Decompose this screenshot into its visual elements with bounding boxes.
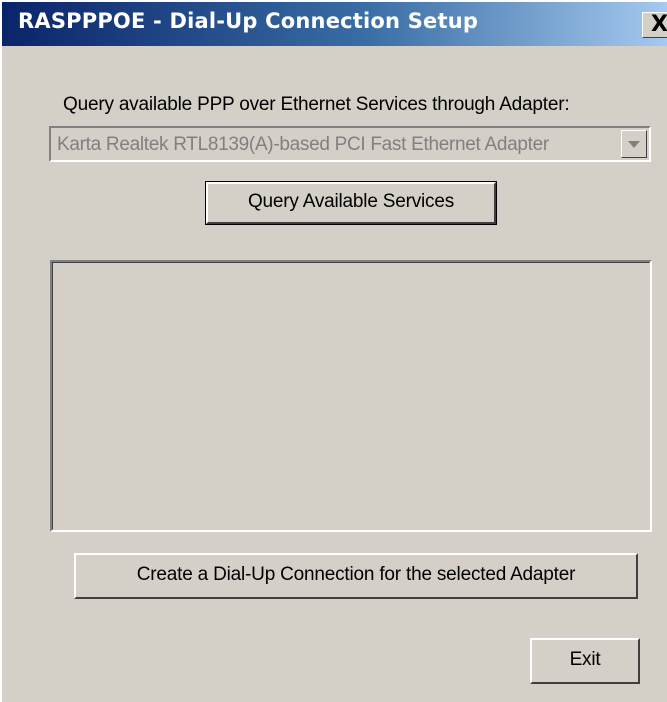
- services-list-area: [52, 262, 650, 530]
- window-title: RASPPPOE - Dial-Up Connection Setup: [18, 9, 479, 33]
- query-adapter-label: Query available PPP over Ethernet Servic…: [63, 94, 570, 115]
- close-button[interactable]: X: [642, 12, 667, 38]
- chevron-down-icon: [628, 141, 640, 148]
- services-list[interactable]: [50, 260, 652, 532]
- query-services-button[interactable]: Query Available Services: [205, 181, 497, 225]
- create-dialup-connection-button[interactable]: Create a Dial-Up Connection for the sele…: [74, 553, 638, 599]
- dialog-window: RASPPPOE - Dial-Up Connection Setup X Qu…: [0, 0, 667, 702]
- adapter-select-value: Karta Realtek RTL8139(A)-based PCI Fast …: [57, 134, 549, 155]
- adapter-dropdown-button[interactable]: [621, 130, 647, 158]
- adapter-select[interactable]: Karta Realtek RTL8139(A)-based PCI Fast …: [49, 126, 651, 162]
- exit-button[interactable]: Exit: [530, 638, 640, 684]
- close-icon: X: [651, 12, 667, 37]
- title-bar[interactable]: RASPPPOE - Dial-Up Connection Setup X: [2, 2, 667, 46]
